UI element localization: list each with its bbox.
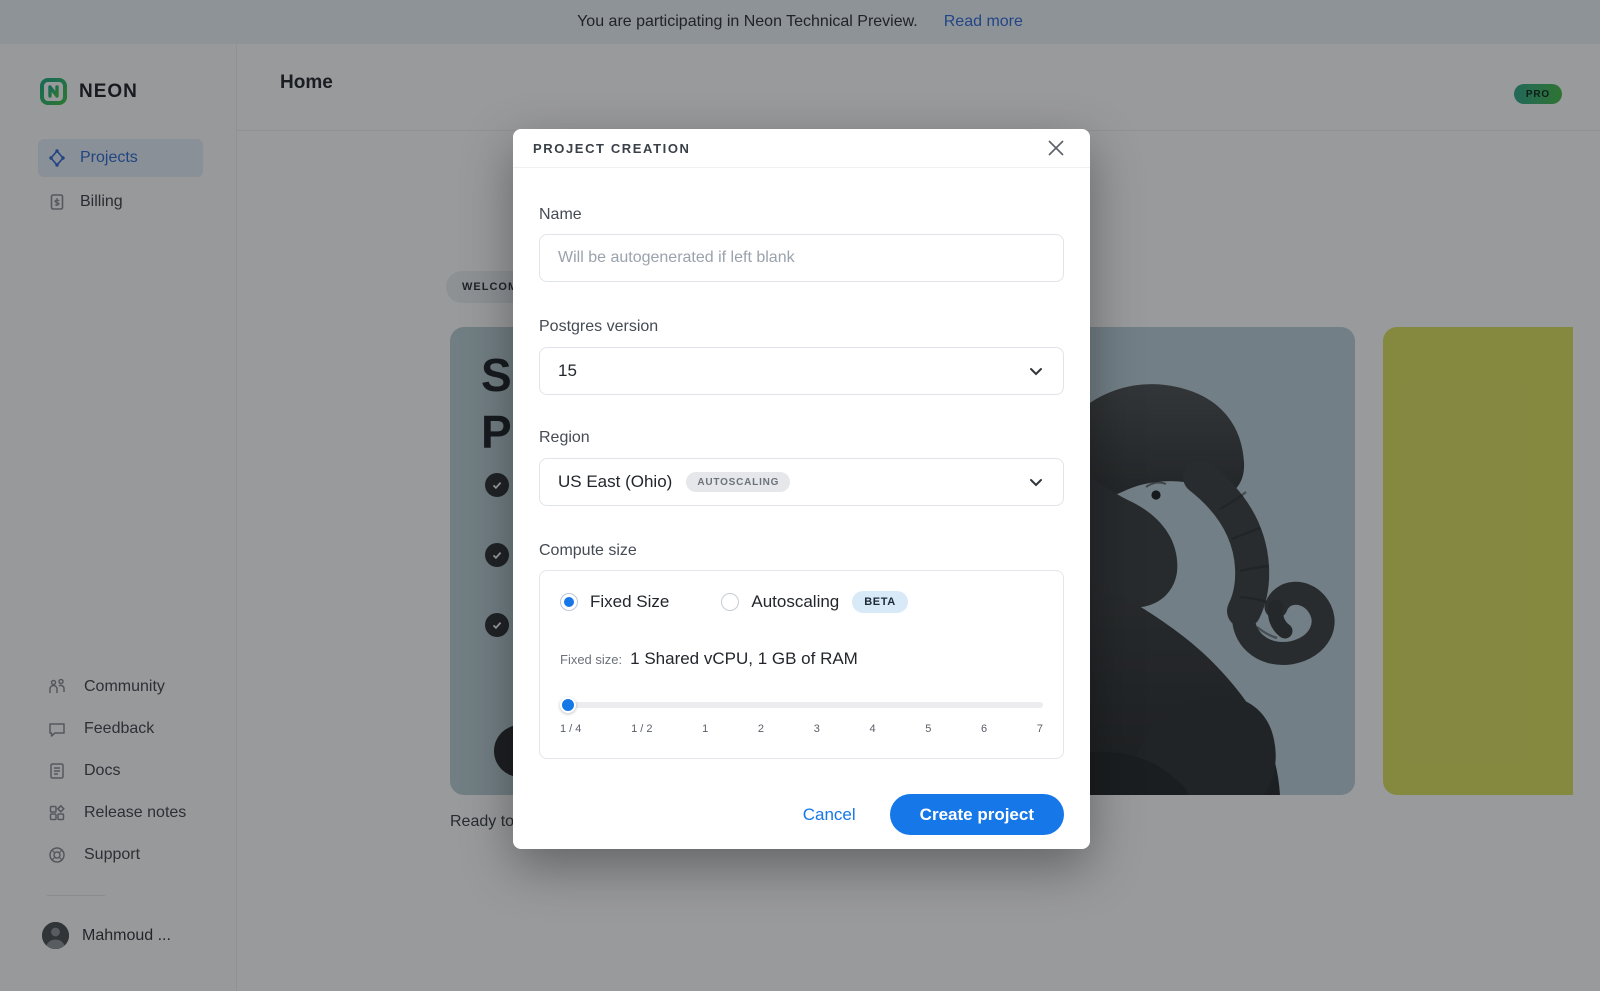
tick-label: 7 (1037, 723, 1043, 735)
cancel-button[interactable]: Cancel (803, 805, 856, 825)
tick-label: 1 / 4 (560, 723, 581, 735)
modal-header: PROJECT CREATION (513, 129, 1090, 168)
slider-thumb[interactable] (560, 697, 576, 713)
region-field-group: Region US East (Ohio) AUTOSCALING (539, 429, 1064, 506)
postgres-version-select[interactable]: 15 (539, 347, 1064, 395)
autoscaling-radio[interactable] (721, 593, 739, 611)
beta-badge: BETA (852, 591, 908, 613)
modal-footer: Cancel Create project (513, 794, 1090, 835)
modal-body: Name Will be autogenerated if left blank… (513, 168, 1090, 759)
postgres-version-value: 15 (558, 361, 577, 381)
postgres-version-label: Postgres version (539, 318, 1064, 338)
tick-label: 6 (981, 723, 987, 735)
compute-size-box: Fixed Size Autoscaling BETA Fixed size: … (539, 570, 1064, 759)
name-field-group: Name Will be autogenerated if left blank (539, 206, 1064, 282)
create-project-button[interactable]: Create project (890, 794, 1064, 835)
postgres-field-group: Postgres version 15 (539, 318, 1064, 395)
compute-size-label: Compute size (539, 542, 1064, 562)
tick-label: 3 (814, 723, 820, 735)
fixed-size-summary: Fixed size: 1 Shared vCPU, 1 GB of RAM (560, 649, 1043, 669)
name-input-placeholder: Will be autogenerated if left blank (558, 249, 795, 267)
name-label: Name (539, 206, 1064, 226)
compute-type-options: Fixed Size Autoscaling BETA (560, 591, 1043, 613)
region-value: US East (Ohio) (558, 472, 672, 492)
tick-label: 5 (925, 723, 931, 735)
fixed-size-summary-label: Fixed size: (560, 652, 622, 667)
fixed-size-summary-value: 1 Shared vCPU, 1 GB of RAM (630, 649, 858, 669)
slider-tick-labels: 1 / 4 1 / 2 1 2 3 4 5 6 7 (560, 723, 1043, 735)
fixed-size-radio-label[interactable]: Fixed Size (590, 592, 669, 612)
chevron-down-icon (1027, 473, 1045, 491)
tick-label: 1 (702, 723, 708, 735)
chevron-down-icon (1027, 362, 1045, 380)
region-select[interactable]: US East (Ohio) AUTOSCALING (539, 458, 1064, 506)
autoscaling-radio-label[interactable]: Autoscaling (751, 592, 839, 612)
project-creation-modal: PROJECT CREATION Name Will be autogenera… (513, 129, 1090, 849)
autoscaling-region-badge: AUTOSCALING (686, 472, 790, 492)
compute-size-group: Compute size Fixed Size Autoscaling BETA… (539, 542, 1064, 759)
tick-label: 2 (758, 723, 764, 735)
fixed-size-radio[interactable] (560, 593, 578, 611)
compute-size-slider[interactable] (560, 697, 1043, 713)
name-input[interactable]: Will be autogenerated if left blank (539, 234, 1064, 282)
close-icon[interactable] (1044, 136, 1068, 160)
tick-label: 4 (869, 723, 875, 735)
modal-title: PROJECT CREATION (533, 141, 691, 156)
tick-label: 1 / 2 (631, 723, 652, 735)
app-root: You are participating in Neon Technical … (0, 0, 1600, 991)
slider-track[interactable] (560, 702, 1043, 708)
region-label: Region (539, 429, 1064, 449)
